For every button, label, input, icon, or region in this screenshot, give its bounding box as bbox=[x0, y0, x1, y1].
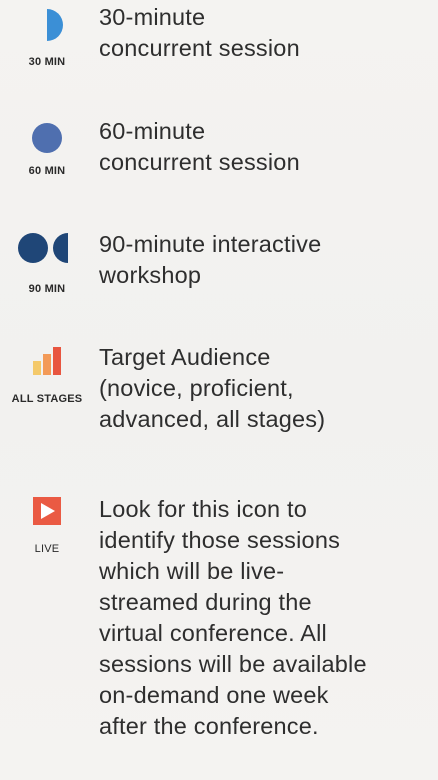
description-line: on-demand one week bbox=[99, 682, 329, 708]
description-line: virtual conference. All bbox=[99, 620, 327, 646]
legend-description: 30-minute concurrent session bbox=[99, 2, 429, 64]
description-line: 90-minute interactive bbox=[99, 231, 322, 257]
description-line: Look for this icon to bbox=[99, 496, 307, 522]
description-line: identify those sessions bbox=[99, 527, 341, 553]
duration-label: 30 MIN bbox=[28, 56, 66, 68]
duration-label: 90 MIN bbox=[28, 283, 66, 295]
audience-label: ALL STAGES bbox=[11, 393, 83, 405]
description-line: 60-minute bbox=[99, 118, 206, 144]
legend-description: 60-minute concurrent session bbox=[99, 116, 429, 178]
legend-item-audience: ALL STAGES Target Audience (novice, prof… bbox=[0, 338, 438, 468]
play-icon bbox=[33, 497, 61, 525]
description-line: sessions will be available bbox=[99, 651, 367, 677]
legend-description: 90-minute interactive workshop bbox=[99, 229, 429, 291]
description-line: concurrent session bbox=[99, 149, 300, 175]
legend-item-60-min: 60 MIN 60-minute concurrent session bbox=[0, 112, 438, 202]
description-line: Target Audience bbox=[99, 344, 271, 370]
description-line: 30-minute bbox=[99, 4, 206, 30]
legend-description: Look for this icon to identify those ses… bbox=[99, 494, 429, 742]
audience-bars-icon bbox=[33, 347, 61, 375]
legend-item-90-min: 90 MIN 90-minute interactive workshop bbox=[0, 226, 438, 316]
duration-label: 60 MIN bbox=[28, 165, 66, 177]
description-line: advanced, all stages) bbox=[99, 406, 326, 432]
live-label: LIVE bbox=[34, 543, 60, 555]
description-line: (novice, proficient, bbox=[99, 375, 294, 401]
circle-icon bbox=[32, 123, 62, 153]
description-line: which will be live- bbox=[99, 558, 285, 584]
description-line: streamed during the bbox=[99, 589, 312, 615]
half-circle-icon bbox=[47, 9, 63, 41]
legend-description: Target Audience (novice, proficient, adv… bbox=[99, 342, 429, 435]
description-line: workshop bbox=[99, 262, 202, 288]
description-line: after the conference. bbox=[99, 713, 319, 739]
description-line: concurrent session bbox=[99, 35, 300, 61]
legend-item-live: LIVE Look for this icon to identify thos… bbox=[0, 492, 438, 780]
legend-item-30-min: 30 MIN 30-minute concurrent session bbox=[0, 0, 438, 90]
circle-and-half-circle-icon bbox=[18, 233, 68, 263]
